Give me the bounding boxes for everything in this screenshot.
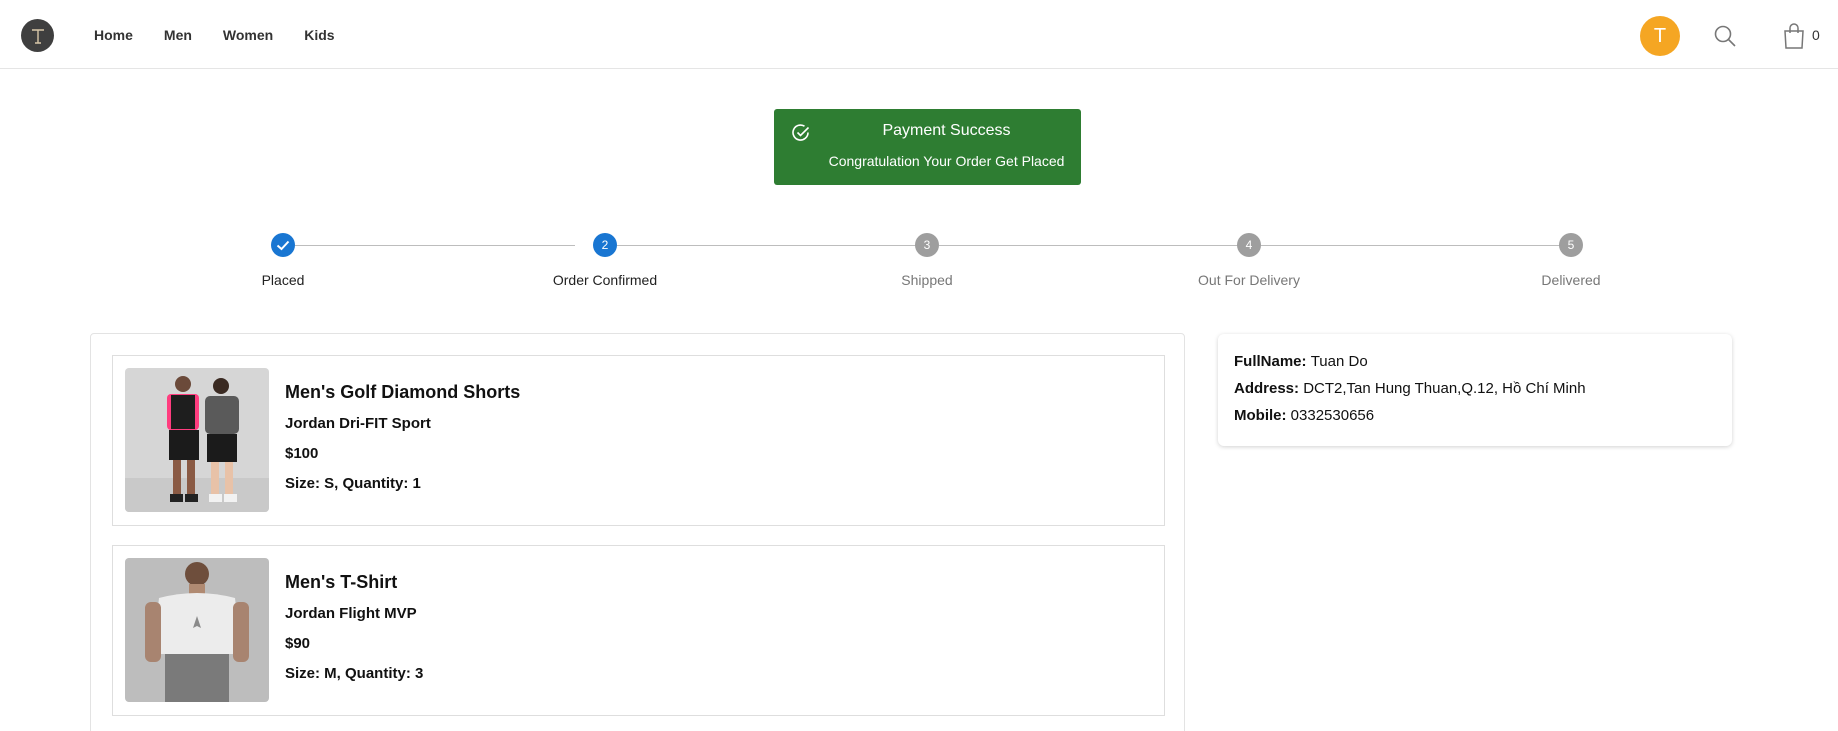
product-price: $90	[285, 635, 311, 652]
nav-home[interactable]: Home	[94, 27, 133, 43]
order-item[interactable]: Men's Golf Diamond Shorts Jordan Dri-FIT…	[112, 355, 1165, 526]
nav-kids[interactable]: Kids	[304, 27, 334, 43]
product-details: Men's T-Shirt Jordan Flight MVP $90 Size…	[285, 572, 423, 682]
step-delivered: 5 Delivered	[1471, 233, 1671, 288]
address-value: DCT2,Tan Hung Thuan,Q.12, Hồ Chí Minh	[1303, 380, 1586, 397]
product-size-quantity: Size: S, Quantity: 1	[285, 475, 421, 492]
logo[interactable]	[21, 19, 54, 52]
cart-count: 0	[1812, 27, 1820, 43]
product-details: Men's Golf Diamond Shorts Jordan Dri-FIT…	[285, 382, 520, 492]
payment-success-alert: Payment Success Congratulation Your Orde…	[774, 109, 1081, 185]
fullname-label: FullName:	[1234, 353, 1311, 370]
mobile-row: Mobile: 0332530656	[1234, 407, 1716, 424]
step-label: Placed	[261, 272, 305, 288]
order-item[interactable]: Men's T-Shirt Jordan Flight MVP $90 Size…	[112, 545, 1165, 716]
address-row: Address: DCT2,Tan Hung Thuan,Q.12, Hồ Ch…	[1234, 380, 1716, 397]
logo-icon	[31, 28, 44, 44]
checkmark-icon	[271, 233, 295, 257]
step-number: 2	[593, 233, 617, 257]
user-avatar[interactable]: T	[1640, 16, 1680, 56]
step-label: Shipped	[901, 272, 953, 288]
step-shipped: 3 Shipped	[827, 233, 1027, 288]
shopping-bag-icon[interactable]	[1782, 23, 1806, 49]
fullname-value: Tuan Do	[1310, 353, 1368, 370]
step-number: 5	[1559, 233, 1583, 257]
alert-title: Payment Success	[882, 122, 1011, 139]
step-label: Order Confirmed	[552, 272, 658, 288]
step-placed: Placed	[183, 233, 383, 288]
product-brand: Jordan Flight MVP	[285, 605, 417, 622]
product-name[interactable]: Men's T-Shirt	[285, 572, 423, 593]
product-brand: Jordan Dri-FIT Sport	[285, 415, 431, 432]
product-image[interactable]	[125, 368, 269, 512]
step-out-for-delivery: 4 Out For Delivery	[1149, 233, 1349, 288]
main-nav: Home Men Women Kids	[94, 0, 366, 69]
delivery-address-card: FullName: Tuan Do Address: DCT2,Tan Hung…	[1218, 334, 1732, 446]
step-label: Out For Delivery	[1198, 272, 1300, 288]
product-price: $100	[285, 445, 319, 462]
step-label: Delivered	[1541, 272, 1601, 288]
step-order-confirmed: 2 Order Confirmed	[505, 233, 705, 288]
top-navbar: Home Men Women Kids T 0	[0, 0, 1838, 69]
product-name[interactable]: Men's Golf Diamond Shorts	[285, 382, 520, 403]
mobile-label: Mobile:	[1234, 407, 1291, 424]
product-image[interactable]	[125, 558, 269, 702]
mobile-value: 0332530656	[1290, 407, 1375, 424]
alert-message: Congratulation Your Order Get Placed	[828, 153, 1065, 169]
product-size-quantity: Size: M, Quantity: 3	[285, 665, 424, 682]
step-number: 4	[1237, 233, 1261, 257]
order-items-panel: Men's Golf Diamond Shorts Jordan Dri-FIT…	[90, 333, 1185, 731]
step-number: 3	[915, 233, 939, 257]
nav-women[interactable]: Women	[223, 27, 273, 43]
nav-men[interactable]: Men	[164, 27, 192, 43]
search-icon[interactable]	[1713, 24, 1737, 48]
fullname-row: FullName: Tuan Do	[1234, 353, 1716, 370]
address-label: Address:	[1234, 380, 1304, 397]
